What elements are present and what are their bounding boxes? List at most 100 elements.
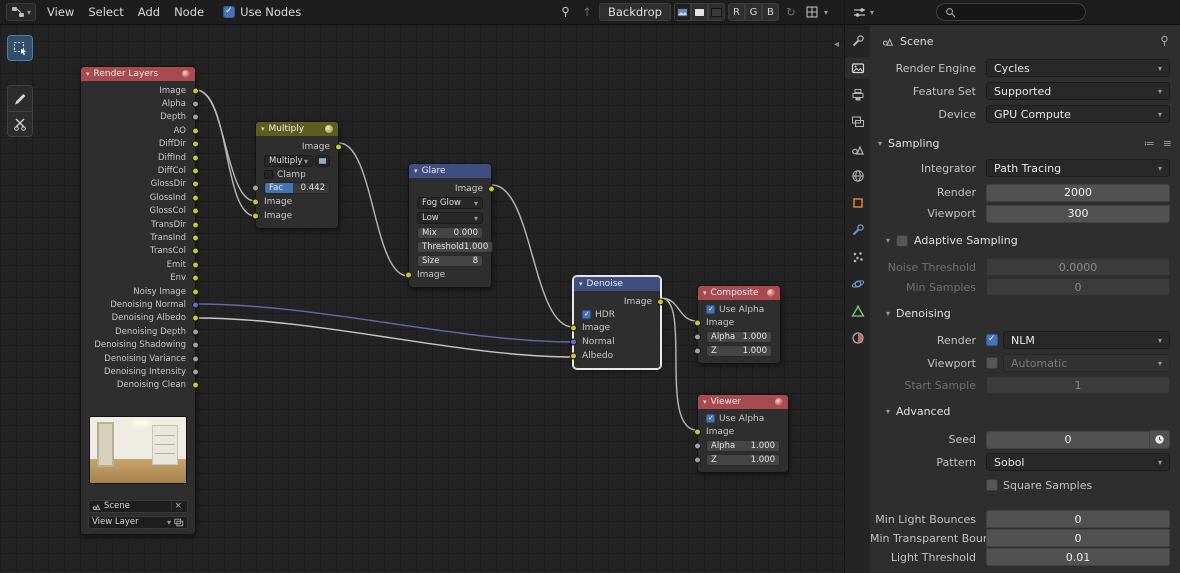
tab-object-data[interactable]: [845, 300, 870, 322]
menu-item[interactable]: Add: [131, 3, 167, 21]
z-slider[interactable]: Z 1.000: [706, 453, 780, 466]
denoiser-dropdown[interactable]: NLM ▾: [1003, 331, 1170, 349]
min-transparent-bounces-field[interactable]: 0: [986, 529, 1170, 547]
threshold-slider[interactable]: Threshold 1.000: [417, 240, 494, 253]
menu-item[interactable]: Node: [167, 3, 211, 21]
use-nodes-toggle[interactable]: Use Nodes: [223, 5, 301, 19]
node-viewer-header[interactable]: ▾ Viewer: [698, 395, 788, 409]
snapping-dropdown-chevron-icon[interactable]: ▾: [824, 8, 828, 17]
input-socket[interactable]: [694, 428, 701, 435]
output-socket[interactable]: [192, 127, 199, 135]
animate-seed-button[interactable]: [1150, 430, 1170, 449]
node-viewer[interactable]: ▾ Viewer Use Alpha Image: [694, 394, 789, 473]
output-socket[interactable]: [192, 355, 199, 362]
tab-output[interactable]: [845, 84, 870, 106]
output-socket[interactable]: [192, 247, 199, 255]
node-glare[interactable]: ▾ Glare Image Fog Glow ▾ Low ▾ Mix 0.000…: [405, 163, 495, 288]
panel-menu-icon[interactable]: ≡: [1163, 137, 1172, 150]
node-multiply-header[interactable]: ▾ Multiply: [256, 122, 338, 136]
output-socket[interactable]: [192, 180, 199, 188]
output-socket[interactable]: [192, 341, 199, 349]
snapping-icon[interactable]: [803, 3, 821, 21]
z-input-socket[interactable]: [694, 456, 701, 463]
node-canvas[interactable]: ◂ ▾ Render Layers Image Alpha Depth AO D…: [0, 25, 844, 573]
device-dropdown[interactable]: GPU Compute ▾: [986, 105, 1170, 123]
use-alpha-row[interactable]: Use Alpha: [698, 413, 788, 424]
scene-selector[interactable]: Scene ×: [88, 499, 188, 513]
properties-editor-icon[interactable]: [853, 6, 866, 19]
glare-quality-dropdown[interactable]: Low ▾: [417, 212, 483, 224]
samples-viewport-field[interactable]: 300: [986, 204, 1170, 223]
collapse-triangle-icon[interactable]: ▾: [261, 125, 265, 133]
alpha-slider[interactable]: Alpha 1.000: [706, 439, 780, 452]
preset-menu-icon[interactable]: ≔: [1144, 137, 1155, 150]
chevron-down-icon[interactable]: ▾: [870, 8, 874, 17]
hdr-checkbox[interactable]: [582, 310, 591, 319]
tab-object[interactable]: [845, 192, 870, 214]
backdrop-color-alpha-channel-button[interactable]: [690, 3, 708, 21]
z-input-socket[interactable]: [694, 347, 701, 354]
render-engine-dropdown[interactable]: Cycles ▾: [986, 59, 1170, 77]
collapse-triangle-icon[interactable]: ▾: [86, 70, 90, 78]
pattern-dropdown[interactable]: Sobol ▾: [986, 453, 1170, 471]
output-socket[interactable]: [192, 140, 199, 148]
editor-type-selector[interactable]: ▾: [6, 3, 37, 21]
node-multiply[interactable]: ▾ Multiply Image Multiply ▾ Clamp Fac 0.…: [252, 121, 342, 229]
tab-tool[interactable]: [845, 30, 870, 52]
mix-slider[interactable]: Mix 0.000: [417, 226, 483, 239]
tab-modifiers[interactable]: [845, 219, 870, 241]
output-socket[interactable]: [192, 154, 199, 162]
output-socket[interactable]: [192, 221, 199, 229]
select-box-tool-button[interactable]: [7, 35, 33, 61]
blend-mode-dropdown[interactable]: Multiply ▾: [264, 155, 313, 167]
fac-slider[interactable]: Fac 0.442: [264, 181, 330, 194]
collapse-triangle-icon[interactable]: ▾: [579, 280, 583, 288]
render-single-layer-icon[interactable]: [174, 518, 184, 527]
clamp-row[interactable]: Clamp: [256, 169, 338, 180]
denoising-render-checkbox[interactable]: [986, 334, 998, 346]
collapse-triangle-icon[interactable]: ▾: [414, 167, 418, 175]
blue-channel-button[interactable]: B: [761, 3, 779, 21]
input-socket[interactable]: [252, 198, 259, 205]
z-slider[interactable]: Z 1.000: [706, 344, 772, 357]
input-socket[interactable]: [405, 271, 412, 278]
output-socket[interactable]: [335, 143, 342, 150]
output-socket[interactable]: [192, 301, 199, 309]
input-socket[interactable]: [570, 352, 577, 359]
region-collapse-arrow[interactable]: ◂: [834, 39, 839, 50]
use-alpha-checkbox[interactable]: [706, 305, 715, 314]
use-nodes-checkbox[interactable]: [223, 6, 236, 18]
menu-item[interactable]: Select: [81, 3, 130, 21]
collapse-triangle-icon[interactable]: ▾: [703, 398, 707, 406]
tab-material[interactable]: [845, 327, 870, 349]
node-composite-header[interactable]: ▾ Composite: [698, 286, 780, 300]
hdr-row[interactable]: HDR: [574, 309, 660, 320]
output-socket[interactable]: [192, 234, 199, 242]
node-render-layers-header[interactable]: ▾ Render Layers: [81, 67, 195, 81]
sampling-section-header[interactable]: ▾ Sampling ≔ ≡: [870, 134, 1180, 152]
size-slider[interactable]: Size 8: [417, 254, 483, 267]
square-samples-checkbox[interactable]: [986, 479, 998, 491]
links-cut-tool-button[interactable]: [7, 111, 33, 137]
output-socket[interactable]: [657, 298, 664, 305]
output-socket[interactable]: [192, 274, 199, 282]
output-socket[interactable]: [192, 368, 199, 376]
tab-view-layer[interactable]: [845, 111, 870, 133]
output-socket[interactable]: [192, 167, 199, 175]
output-socket[interactable]: [192, 100, 199, 108]
output-socket[interactable]: [192, 261, 199, 269]
node-render-layers[interactable]: ▾ Render Layers Image Alpha Depth AO Dif…: [80, 66, 199, 535]
input-socket[interactable]: [252, 212, 259, 219]
output-socket[interactable]: [192, 207, 199, 215]
backdrop-button[interactable]: Backdrop: [598, 3, 671, 21]
use-alpha-checkbox[interactable]: [706, 414, 715, 423]
node-glare-header[interactable]: ▾ Glare: [409, 164, 491, 178]
feature-set-dropdown[interactable]: Supported ▾: [986, 82, 1170, 100]
use-alpha-row[interactable]: Use Alpha: [698, 304, 780, 315]
view-layer-selector[interactable]: View Layer ▾: [88, 515, 188, 529]
output-socket[interactable]: [488, 185, 495, 192]
green-channel-button[interactable]: G: [744, 3, 762, 21]
node-denoise-header[interactable]: ▾ Denoise: [574, 277, 660, 291]
annotate-tool-button[interactable]: [7, 85, 33, 111]
glare-type-dropdown[interactable]: Fog Glow ▾: [417, 197, 483, 209]
